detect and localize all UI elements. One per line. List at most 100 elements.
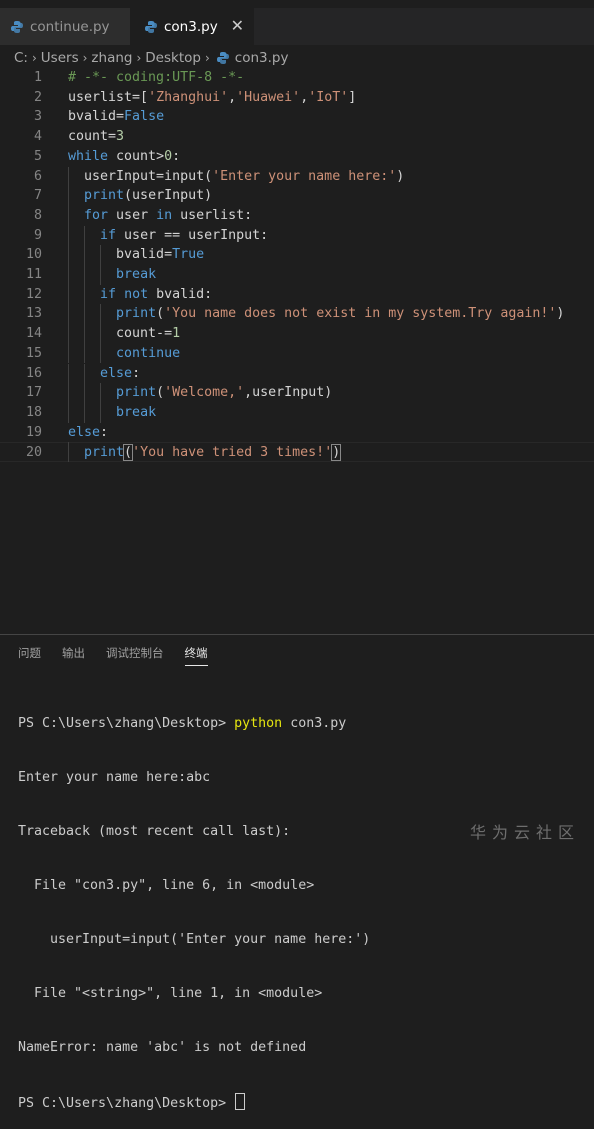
terminal[interactable]: PS C:\Users\zhang\Desktop> python con3.p… [18,679,588,1129]
line-number: 1 [33,70,42,85]
tab-continue-py[interactable]: continue.py [0,8,130,45]
line-number: 18 [25,404,42,420]
code-editor[interactable]: 1 # -*- coding:UTF-8 -*- 2 userlist=['Zhang… [0,68,594,634]
panel-tabs: 问题 输出 调试控制台 终端 [18,645,229,666]
indent-guide [84,284,85,305]
code-text: bvalid=False [68,109,165,125]
terminal-cursor [235,1093,246,1110]
code-line[interactable]: 5 while count>0: [0,147,594,167]
code-line[interactable]: 15 continue [0,344,594,364]
code-line[interactable]: 14 count-=1 [0,324,594,344]
code-text: print('You name does not exist in my sys… [116,306,565,322]
terminal-output-line: userInput=input('Enter your name here:') [18,932,371,947]
code-text: print(userInput) [84,188,213,204]
line-number: 20 [25,445,42,461]
panel-divider [0,634,594,635]
terminal-output-line: File "con3.py", line 6, in <module> [18,878,315,893]
indent-guide [100,343,101,364]
code-line[interactable]: 16 else: [0,364,594,384]
line-number: 7 [33,188,42,204]
code-line[interactable]: 18 break [0,403,594,423]
close-icon[interactable]: ✕ [231,17,244,35]
watermark: 华为云社区 [469,823,580,842]
line-number: 8 [33,207,42,223]
terminal-output-line: Enter your name here:abc [18,770,211,785]
indent-guide [68,284,69,305]
line-number: 3 [33,109,42,125]
indent-guide [68,166,69,187]
code-text: count=3 [68,129,125,145]
line-number: 10 [25,247,42,263]
indent-guide [84,324,85,344]
indent-guide [68,186,69,206]
code-line[interactable]: 13 print('You name does not exist in my … [0,304,594,324]
indent-guide [100,402,101,423]
indent-guide [68,343,69,364]
terminal-final-line: PS C:\Users\zhang\Desktop> [18,1093,588,1111]
indent-guide [100,383,101,403]
breadcrumb-desktop[interactable]: Desktop [145,50,201,66]
indent-guide [84,225,85,246]
indent-guide [68,225,69,246]
code-line[interactable]: 3 bvalid=False [0,107,594,127]
indent-guide [84,343,85,364]
tab-con3-py[interactable]: con3.py ✕ [130,8,254,45]
terminal-command-line: PS C:\Users\zhang\Desktop> python con3.p… [18,715,588,733]
indent-guide [84,245,85,265]
indent-guide [68,442,69,462]
line-number: 17 [25,385,42,401]
code-text: userlist=['Zhanghui','Huawei','IoT'] [68,89,357,105]
code-line[interactable]: 4 count=3 [0,127,594,147]
line-number: 15 [25,345,42,361]
tab-terminal[interactable]: 终端 [184,645,208,666]
terminal-output-line: File "<string>", line 1, in <module> [18,986,323,1001]
code-text: for user in userlist: [84,207,253,223]
indent-guide [68,402,69,423]
code-line[interactable]: 1 # -*- coding:UTF-8 -*- [0,68,594,88]
code-line[interactable]: 8 for user in userlist: [0,206,594,226]
indent-guide [100,304,101,325]
code-line[interactable]: 11 break [0,265,594,285]
chevron-right-icon: › [204,51,210,65]
line-number: 4 [33,129,42,145]
terminal-output-line: NameError: name 'abc' is not defined [18,1040,307,1055]
breadcrumb-users[interactable]: Users [41,50,79,66]
breadcrumb-drive[interactable]: C: [14,50,28,66]
code-line[interactable]: 2 userlist=['Zhanghui','Huawei','IoT'] [0,88,594,108]
python-icon [10,20,24,34]
code-text: # -*- coding:UTF-8 -*- [68,70,245,85]
breadcrumb-zhang[interactable]: zhang [91,50,132,66]
tab-output[interactable]: 输出 [62,645,85,665]
code-line[interactable]: 20 print('You have tried 3 times!') [0,442,594,462]
indent-guide [68,304,69,325]
indent-guide [68,205,69,226]
line-number: 6 [33,168,42,184]
code-line[interactable]: 7 print(userInput) [0,186,594,206]
code-line[interactable]: 17 print('Welcome,',userInput) [0,383,594,403]
python-icon [144,20,158,34]
indent-guide [100,324,101,344]
python-icon [216,51,230,65]
code-line[interactable]: 6 userInput=input('Enter your name here:… [0,167,594,187]
line-number: 19 [25,424,42,440]
code-text: while count>0: [68,148,181,164]
chevron-right-icon: › [136,51,142,65]
code-line[interactable]: 12 if not bvalid: [0,285,594,305]
code-line[interactable]: 10 bvalid=True [0,245,594,265]
indent-guide [68,324,69,344]
code-text: print('Welcome,',userInput) [116,385,333,401]
tab-problems[interactable]: 问题 [18,645,41,665]
line-number: 12 [25,286,42,302]
chevron-right-icon: › [82,51,88,65]
line-number: 2 [33,89,42,105]
indent-guide [84,265,85,285]
tab-debug-console[interactable]: 调试控制台 [106,645,164,665]
code-text: else: [68,424,109,440]
breadcrumb: C: › Users › zhang › Desktop › con3.py [14,46,288,70]
code-line[interactable]: 19 else: [0,423,594,443]
code-line[interactable]: 9 if user == userInput: [0,226,594,246]
code-text: userInput=input('Enter your name here:') [68,168,405,184]
breadcrumb-file[interactable]: con3.py [235,50,289,66]
code-text: break [116,404,157,420]
indent-guide [68,265,69,285]
